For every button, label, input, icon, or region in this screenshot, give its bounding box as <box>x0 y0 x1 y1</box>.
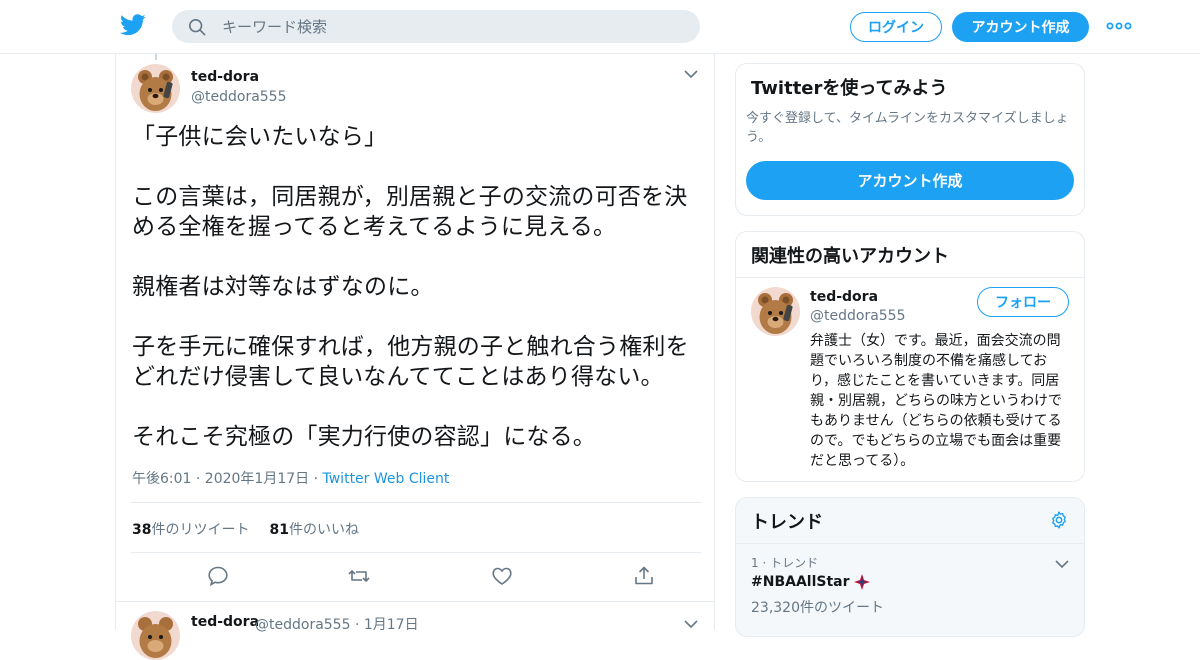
gear-icon[interactable] <box>1049 510 1069 530</box>
retweet-icon[interactable] <box>347 564 371 588</box>
retweet-count: 38 <box>132 522 152 538</box>
like-unit: 件の <box>288 522 317 538</box>
twitter-bird-icon[interactable] <box>120 14 146 36</box>
follow-button[interactable]: フォロー <box>977 287 1069 317</box>
trend-name[interactable]: #NBAAllStar <box>751 574 870 590</box>
retweet-label: リツイート <box>179 522 250 538</box>
reply-icon[interactable] <box>206 564 230 588</box>
avatar[interactable] <box>131 64 180 113</box>
tweet-client-link[interactable]: Twitter Web Client <box>323 471 450 487</box>
trends-card: トレンド 1 · トレンド #NBAAllStar 23,320件のツイート <box>735 497 1085 637</box>
tweet-metadata: 午後6:01 · 2020年1月17日 · Twitter Web Client <box>132 468 449 488</box>
divider <box>131 552 701 553</box>
signup-cta-button[interactable]: アカウント作成 <box>746 161 1074 200</box>
teddy-bear-avatar-icon <box>131 64 180 113</box>
retweet-unit: 件の <box>151 522 180 538</box>
trends-title: トレンド <box>751 512 823 533</box>
search-bar[interactable] <box>172 10 700 43</box>
teddy-bear-avatar-icon <box>751 287 800 336</box>
avatar[interactable] <box>131 611 180 660</box>
join-card-description: 今すぐ登録して、タイムラインをカスタマイズしましょう。 <box>746 111 1069 145</box>
next-tweet-author-name[interactable]: ted-dora <box>191 614 259 630</box>
more-dots-icon[interactable] <box>1106 18 1132 34</box>
divider <box>131 502 701 503</box>
divider <box>736 277 1084 278</box>
trend-hashtag: #NBAAllStar <box>751 574 850 590</box>
divider <box>116 601 714 602</box>
related-account-bio: 弁護士（女）です。最近，面会交流の問題でいろいろ制度の不備を痛感しており，感じた… <box>810 333 1062 469</box>
related-accounts-card: 関連性の高いアカウント ted-dora @teddora555 フォロー 弁護… <box>735 231 1085 482</box>
join-twitter-card: Twitterを使ってみよう 今すぐ登録して、タイムラインをカスタマイズしましょ… <box>735 63 1085 216</box>
like-label: いいね <box>316 522 359 538</box>
share-icon[interactable] <box>632 564 656 588</box>
tweet-text: 「子供に会いたいなら」 この言葉は，同居親が，別居親と子の交流の可否を決める全権… <box>132 124 689 450</box>
meta-separator: · <box>313 471 319 487</box>
like-stat[interactable]: 81件のいいね <box>269 519 358 539</box>
like-count: 81 <box>269 522 289 538</box>
related-account-handle[interactable]: @teddora555 <box>810 308 906 324</box>
avatar[interactable] <box>751 287 800 336</box>
star-emoji-icon <box>853 574 870 590</box>
retweet-stat[interactable]: 38件のリツイート <box>132 519 249 539</box>
next-tweet-handle-date[interactable]: @teddora555 · 1月17日 <box>255 614 419 634</box>
login-button[interactable]: ログイン <box>850 12 942 42</box>
tweet-stats: 38件のリツイート 81件のいいね <box>132 519 359 539</box>
chevron-down-icon[interactable] <box>683 618 699 630</box>
join-card-title: Twitterを使ってみよう <box>751 78 948 99</box>
tweet-actions <box>131 564 701 590</box>
like-heart-icon[interactable] <box>490 564 514 588</box>
search-icon <box>188 18 206 35</box>
related-card-title: 関連性の高いアカウント <box>751 246 949 267</box>
chevron-down-icon[interactable] <box>683 68 699 80</box>
search-input[interactable] <box>222 17 662 36</box>
top-bar: ログイン アカウント作成 <box>0 0 1200 54</box>
trend-rank: 1 · トレンド <box>751 556 819 570</box>
trend-item[interactable]: 1 · トレンド #NBAAllStar 23,320件のツイート <box>736 544 1084 628</box>
tweet-author-name[interactable]: ted-dora <box>191 69 259 85</box>
tweet-column: ted-dora @teddora555 「子供に会いたいなら」 この言葉は，同… <box>115 54 715 660</box>
signup-button[interactable]: アカウント作成 <box>952 12 1089 42</box>
tweet-author-handle[interactable]: @teddora555 <box>191 89 287 105</box>
teddy-bear-avatar-icon <box>131 611 180 660</box>
related-account-name[interactable]: ted-dora <box>810 289 878 305</box>
chevron-down-icon[interactable] <box>1054 558 1070 570</box>
thread-connector <box>155 54 157 60</box>
tweet-timestamp[interactable]: 午後6:01 · 2020年1月17日 <box>132 471 309 487</box>
trend-tweet-count: 23,320件のツイート <box>751 600 884 616</box>
